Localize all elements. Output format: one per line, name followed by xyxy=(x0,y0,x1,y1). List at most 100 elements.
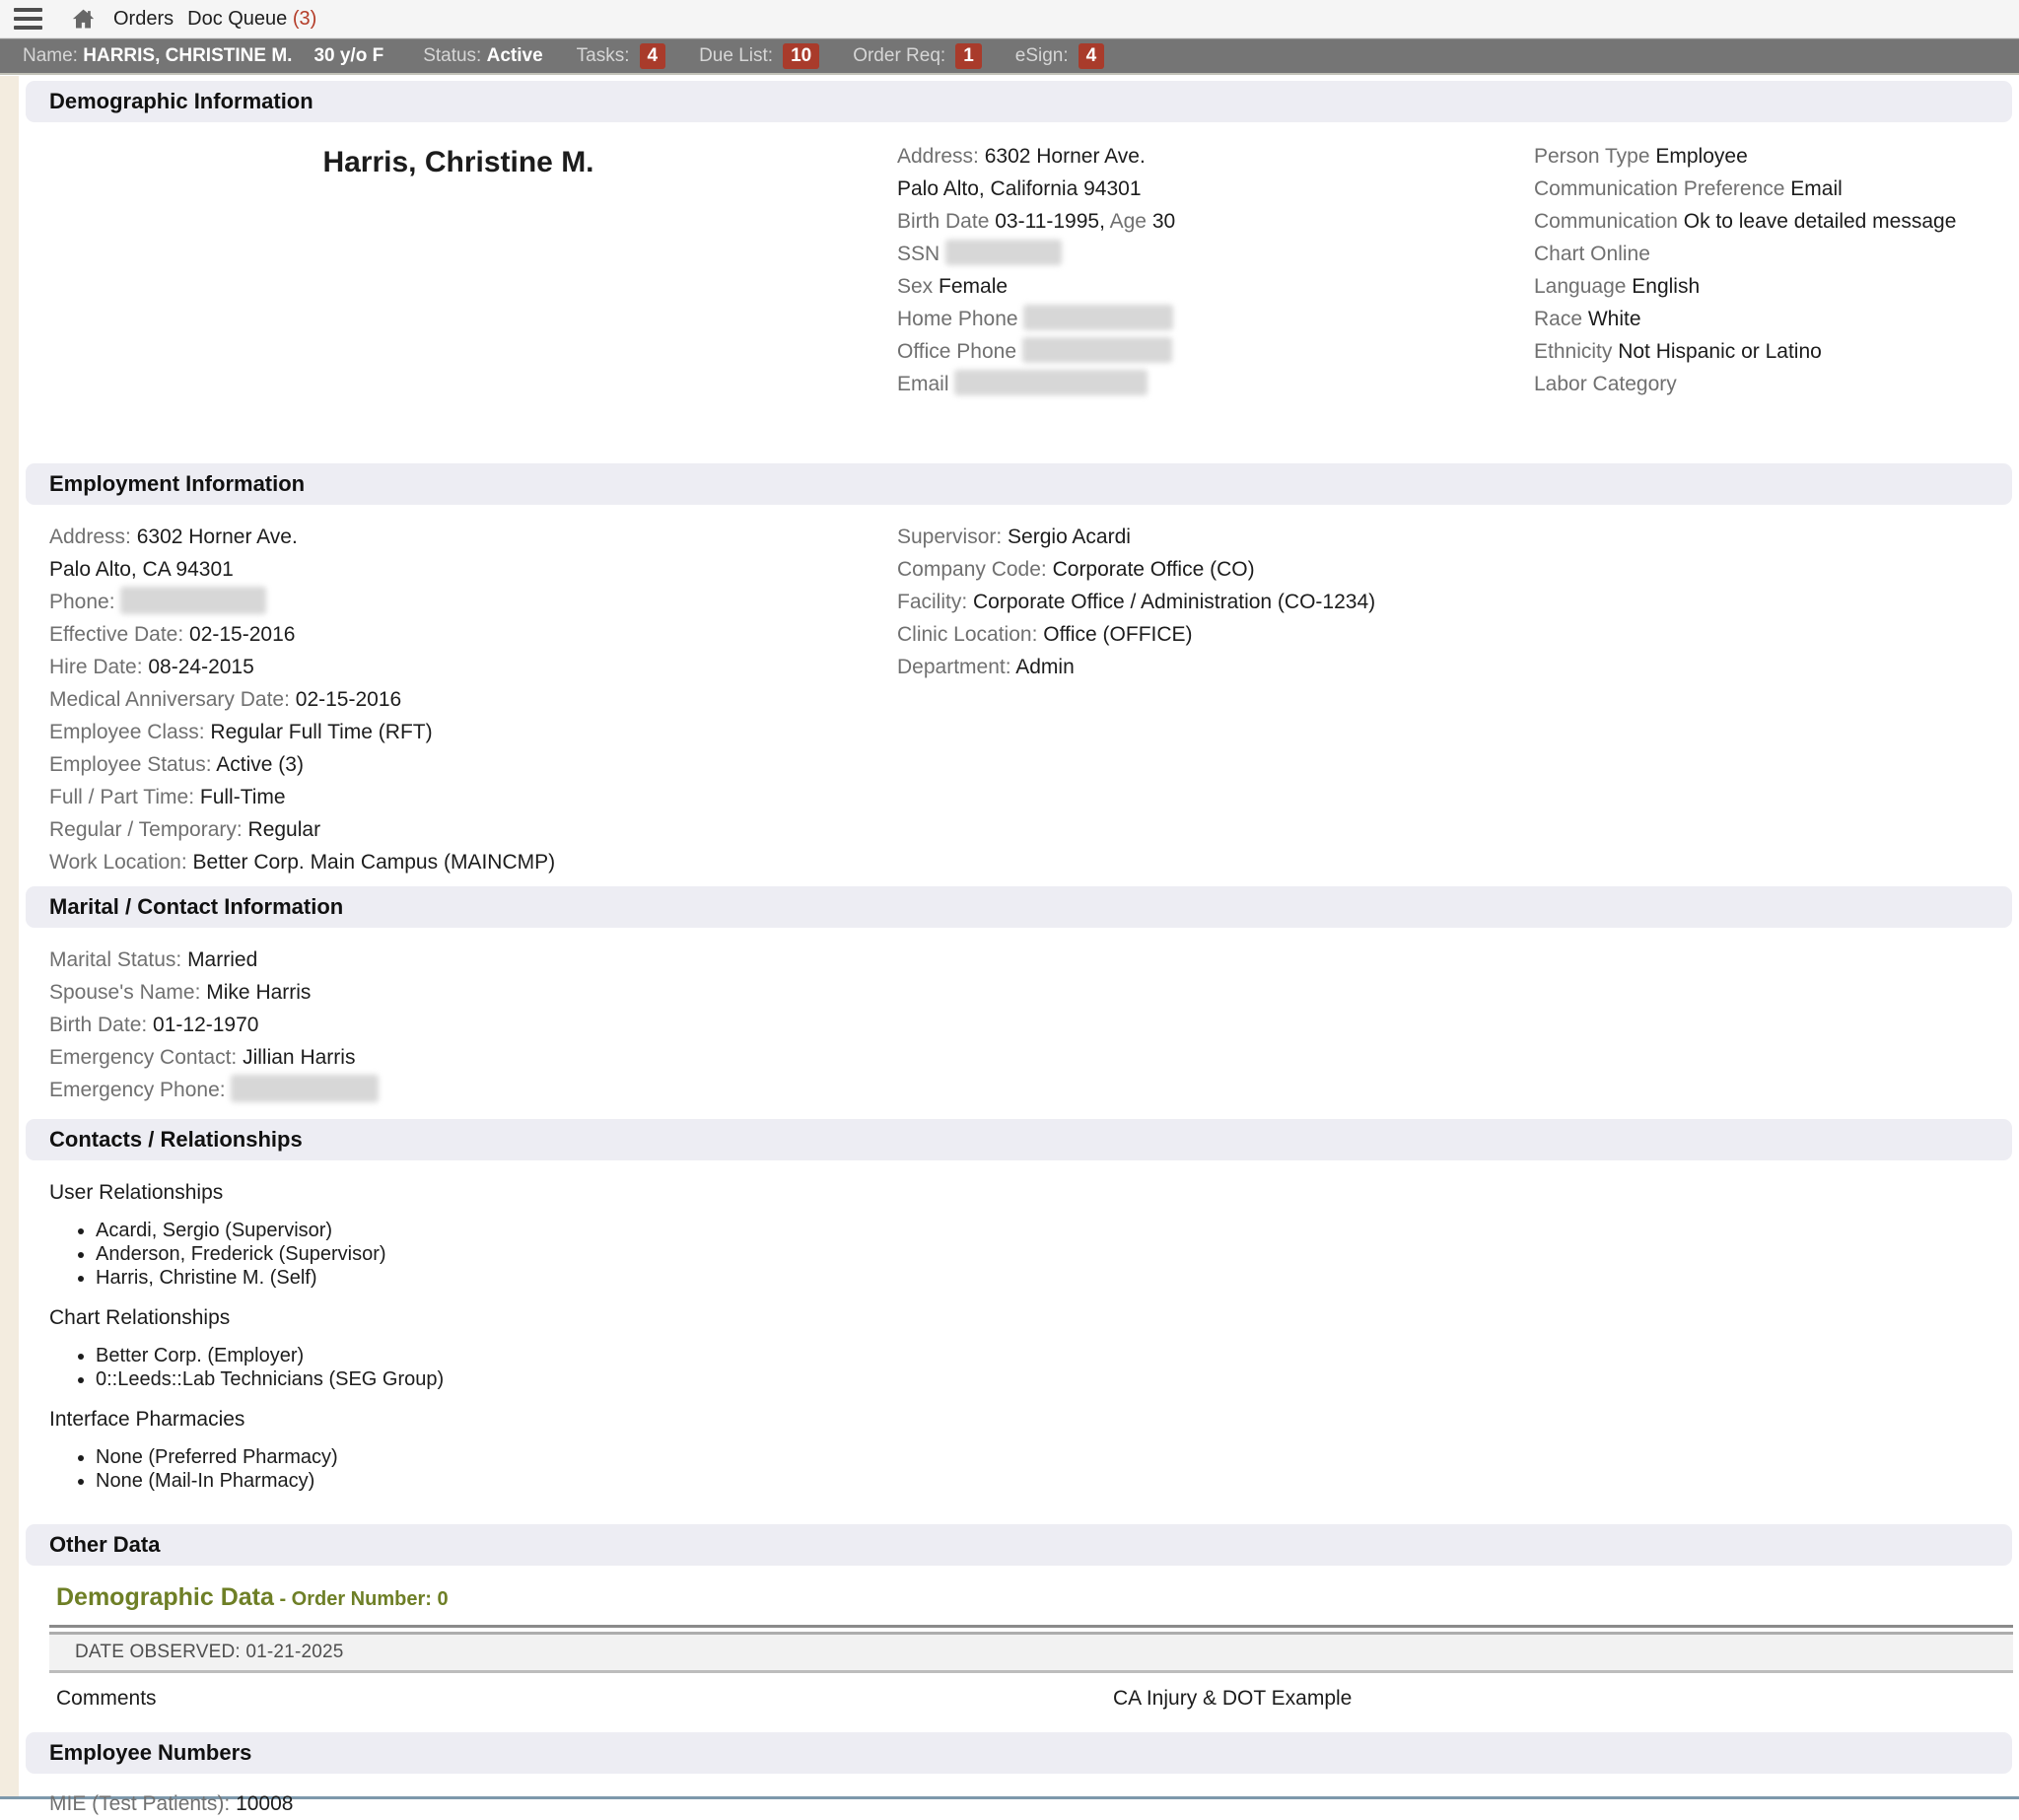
counter-badge[interactable]: 4 xyxy=(640,43,666,69)
field-label: Birth Date xyxy=(897,210,995,233)
field-value: English xyxy=(1632,275,1700,298)
list-item: None (Mail-In Pharmacy) xyxy=(96,1469,2019,1493)
field-label: Communication xyxy=(1534,210,1684,233)
demographic-data-entry-link[interactable]: Demographic Data - Order Number: 0 xyxy=(49,1579,2019,1617)
field-row: Supervisor: Sergio Acardi xyxy=(897,521,2019,553)
section-header-demographic-information: Demographic Information xyxy=(26,81,2012,122)
field-value: Female xyxy=(939,275,1008,298)
left-margin-strip xyxy=(0,76,19,1796)
field-row: Company Code: Corporate Office (CO) xyxy=(897,553,2019,586)
field-label: Employee Status: xyxy=(49,753,216,776)
field-label: Person Type xyxy=(1534,145,1655,168)
counter-orderreq[interactable]: Order Req: 1 xyxy=(853,43,982,69)
employee-numbers-section: MIE (Test Patients): 10008 xyxy=(19,1774,2019,1820)
employment-left-column: Address: 6302 Horner Ave.Palo Alto, CA 9… xyxy=(49,521,897,878)
interface-pharmacies-list: None (Preferred Pharmacy)None (Mail-In P… xyxy=(49,1445,2019,1493)
patient-age-sex: 30 y/o F xyxy=(313,45,383,67)
field-label: Address: xyxy=(49,525,137,548)
group-title-interface-pharmacies: Interface Pharmacies xyxy=(49,1403,2019,1435)
field-value: Employee xyxy=(1655,145,1747,168)
field-row: Communication Preference Email xyxy=(1534,173,2019,205)
counter-label: Due List: xyxy=(699,45,773,67)
field-value: Married xyxy=(187,948,257,971)
demographic-center-column: Address: 6302 Horner Ave.Palo Alto, Cali… xyxy=(897,140,1534,400)
field-label: Labor Category xyxy=(1534,373,1677,395)
field-value: Ok to leave detailed message xyxy=(1684,210,1957,233)
doc-queue-count: (3) xyxy=(293,8,316,30)
redacted-value xyxy=(120,587,266,614)
field-value: 01-12-1970 xyxy=(153,1014,258,1036)
field-label: Regular / Temporary: xyxy=(49,818,248,841)
field-value: Regular Full Time (RFT) xyxy=(210,721,432,743)
contacts-section: User Relationships Acardi, Sergio (Super… xyxy=(19,1160,2019,1493)
field-label: Supervisor: xyxy=(897,525,1008,548)
redacted-value xyxy=(954,370,1148,395)
field-label: Employee Class: xyxy=(49,721,210,743)
list-item: Better Corp. (Employer) xyxy=(96,1344,2019,1367)
patient-name-column: Harris, Christine M. xyxy=(49,140,897,400)
field-row: Language English xyxy=(1534,270,2019,303)
field-label: Facility: xyxy=(897,591,973,613)
field-value: Better Corp. Main Campus (MAINCMP) xyxy=(193,851,556,874)
patient-header-bar: Name: HARRIS, CHRISTINE M.30 y/o FStatus… xyxy=(0,38,2019,75)
field-value: Admin xyxy=(1015,656,1075,678)
field-label: Spouse's Name: xyxy=(49,981,206,1004)
field-label: Emergency Phone: xyxy=(49,1079,231,1101)
field-row: Person Type Employee xyxy=(1534,140,2019,173)
order-number: - Order Number: 0 xyxy=(274,1588,449,1610)
field-row: Address: 6302 Horner Ave. xyxy=(897,140,1534,173)
field-label: Chart Online xyxy=(1534,243,1650,265)
redacted-value xyxy=(1023,305,1173,330)
counter-esign[interactable]: eSign: 4 xyxy=(1015,43,1104,69)
field-label: MIE (Test Patients): xyxy=(49,1792,236,1815)
field-label: Full / Part Time: xyxy=(49,786,200,808)
patient-display-name: Harris, Christine M. xyxy=(49,146,868,179)
counter-label: Order Req: xyxy=(853,45,945,67)
nav-item-doc-queue[interactable]: Doc Queue (3) xyxy=(187,8,316,31)
field-row: Race White xyxy=(1534,303,2019,335)
patient-counters: Tasks:4 Due List: 10 Order Req: 1 eSign: 4 xyxy=(543,43,1105,69)
comments-value: CA Injury & DOT Example xyxy=(1113,1685,1352,1713)
field-value: Mike Harris xyxy=(206,981,311,1004)
field-label: SSN xyxy=(897,243,945,265)
counter-badge[interactable]: 4 xyxy=(1079,43,1105,69)
counter-badge[interactable]: 1 xyxy=(955,43,982,69)
counter-label: eSign: xyxy=(1015,45,1069,67)
field-label: Communication Preference xyxy=(1534,177,1790,200)
field-row: Spouse's Name: Mike Harris xyxy=(49,976,2019,1009)
list-item: 0::Leeds::Lab Technicians (SEG Group) xyxy=(96,1367,2019,1391)
redacted-value xyxy=(231,1075,379,1102)
field-value: White xyxy=(1588,308,1641,330)
field-row: Office Phone xyxy=(897,335,1534,368)
list-item: Harris, Christine M. (Self) xyxy=(96,1266,2019,1290)
counter-tasks[interactable]: Tasks:4 xyxy=(577,43,665,69)
field-row: SSN xyxy=(897,238,1534,270)
counter-badge[interactable]: 10 xyxy=(783,43,819,69)
field-label: Email xyxy=(897,373,954,395)
field-value: Palo Alto, CA 94301 xyxy=(49,558,234,581)
field-row: Employee Status: Active (3) xyxy=(49,748,897,781)
field-row: Labor Category xyxy=(1534,368,2019,400)
counter-duelist[interactable]: Due List: 10 xyxy=(699,43,819,69)
field-label: Language xyxy=(1534,275,1632,298)
hamburger-menu-icon[interactable] xyxy=(14,8,42,30)
list-item: None (Preferred Pharmacy) xyxy=(96,1445,2019,1469)
field-row: Communication Ok to leave detailed messa… xyxy=(1534,205,2019,238)
field-value: 6302 Horner Ave. xyxy=(985,145,1146,168)
nav-item-orders[interactable]: Orders xyxy=(113,8,174,31)
redacted-value xyxy=(1022,337,1172,363)
field-label: Marital Status: xyxy=(49,948,187,971)
field-label: Birth Date: xyxy=(49,1014,153,1036)
field-row: Birth Date: 01-12-1970 xyxy=(49,1009,2019,1041)
field-row: Chart Online xyxy=(1534,238,2019,270)
field-value: 08-24-2015 xyxy=(148,656,253,678)
field-value: 03-11-1995, xyxy=(995,210,1105,233)
field-value: 02-15-2016 xyxy=(189,623,295,646)
field-label: Ethnicity xyxy=(1534,340,1618,363)
demographic-right-column: Person Type EmployeeCommunication Prefer… xyxy=(1534,140,2019,400)
field-row: Full / Part Time: Full-Time xyxy=(49,781,897,813)
field-row: Ethnicity Not Hispanic or Latino xyxy=(1534,335,2019,368)
field-row: Sex Female xyxy=(897,270,1534,303)
home-icon[interactable] xyxy=(70,7,97,32)
patient-name-label: Name: xyxy=(23,45,83,67)
